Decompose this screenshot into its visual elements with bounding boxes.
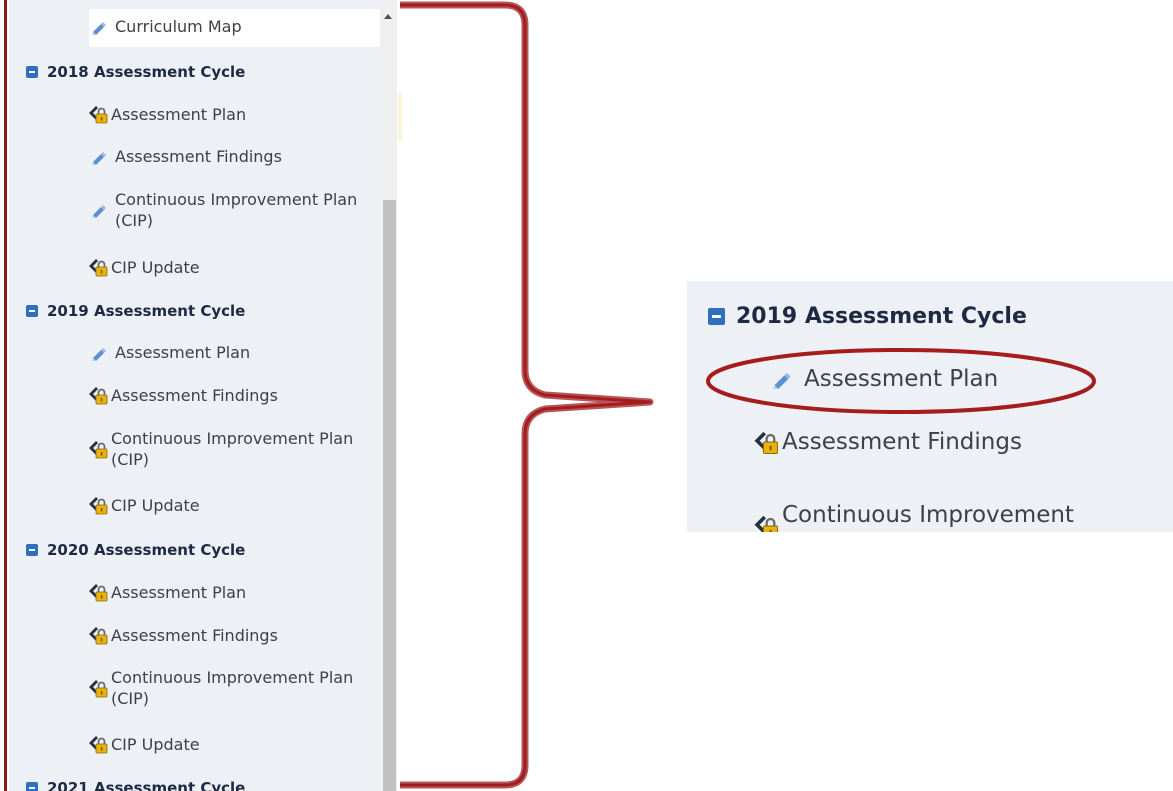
zoom-item-label: Assessment Plan [804,366,999,392]
item-label: CIP Update [111,495,200,515]
sidebar-item-cip[interactable]: Continuous Improvement Plan (CIP) [87,428,361,470]
locked-edit-icon [87,439,109,459]
sidebar-item-assessment-findings[interactable]: Assessment Findings [91,147,282,166]
item-label: Assessment Plan [111,104,247,124]
item-label: Assessment Findings [115,147,282,166]
sidebar-item-assessment-plan[interactable]: Assessment Plan [91,343,250,362]
section-title: 2018 Assessment Cycle [47,63,246,81]
sidebar-item-curriculum-map[interactable]: Curriculum Map [91,17,242,36]
section-2019-assessment-cycle[interactable]: 2019 Assessment Cycle [26,302,245,320]
zoom-item-assessment-findings: Assessment Findings [752,429,1022,455]
content-edge-highlight [398,93,402,141]
item-label: CIP Update [111,257,200,277]
sidebar-item-cip-update[interactable]: CIP Update [87,257,200,277]
zoom-section-2019-assessment-cycle: 2019 Assessment Cycle [708,304,1027,329]
sidebar-item-cip-update[interactable]: CIP Update [87,734,200,754]
pencil-icon [91,19,107,35]
sidebar-item-cip[interactable]: Continuous Improvement Plan (CIP) [87,667,361,709]
section-title: 2019 Assessment Cycle [47,302,246,320]
sidebar-item-assessment-plan[interactable]: Assessment Plan [87,582,246,602]
item-label: Continuous Improvement Plan (CIP) [111,429,354,469]
item-label: Assessment Findings [111,625,278,645]
zoom-item-label: Continuous Improvement [782,502,1074,528]
section-2021-assessment-cycle[interactable]: 2021 Assessment Cycle [26,779,245,791]
pencil-icon [772,369,792,389]
scrollbar-thumb[interactable] [383,200,396,791]
locked-edit-icon [752,429,780,455]
item-label: CIP Update [111,734,200,754]
locked-edit-icon [752,513,780,532]
locked-edit-icon [87,582,109,602]
collapse-icon[interactable] [26,544,38,556]
locked-edit-icon [87,495,109,515]
zoom-callout: 2019 Assessment Cycle Assessment Plan As… [687,281,1173,532]
pencil-icon [91,149,107,165]
left-border [4,0,7,791]
collapse-icon [708,308,725,325]
pencil-icon [91,202,107,218]
zoom-section-title: 2019 Assessment Cycle [736,304,1027,329]
section-title: 2021 Assessment Cycle [47,779,246,791]
locked-edit-icon [87,257,109,277]
sidebar-item-assessment-plan[interactable]: Assessment Plan [87,104,246,124]
item-label: Continuous Improvement Plan (CIP) [111,668,354,708]
zoom-item-label: Assessment Findings [782,429,1022,455]
zoom-item-cip: Continuous Improvement [752,491,1074,532]
scroll-up-arrow-icon[interactable] [384,14,392,19]
curly-brace [400,1,654,789]
section-2018-assessment-cycle[interactable]: 2018 Assessment Cycle [26,63,245,81]
collapse-icon[interactable] [26,66,38,78]
collapse-icon[interactable] [26,305,38,317]
locked-edit-icon [87,625,109,645]
sidebar-item-cip[interactable]: Continuous Improvement Plan (CIP) [91,189,365,231]
item-label: Assessment Findings [111,385,278,405]
item-label: Continuous Improvement Plan (CIP) [115,190,358,230]
item-label: Assessment Plan [111,582,247,602]
sidebar-nav: Curriculum Map 2018 Assessment Cycle Ass… [9,0,380,791]
item-label: Assessment Plan [115,343,251,362]
locked-edit-icon [87,734,109,754]
sidebar-item-assessment-findings[interactable]: Assessment Findings [87,625,278,645]
section-title: 2020 Assessment Cycle [47,541,246,559]
section-2020-assessment-cycle[interactable]: 2020 Assessment Cycle [26,541,245,559]
pencil-icon [91,345,107,361]
collapse-icon[interactable] [26,782,38,791]
locked-edit-icon [87,104,109,124]
locked-edit-icon [87,678,109,698]
sidebar-item-cip-update[interactable]: CIP Update [87,495,200,515]
zoom-item-assessment-plan: Assessment Plan [772,366,998,392]
item-label: Curriculum Map [115,17,242,36]
sidebar-item-assessment-findings[interactable]: Assessment Findings [87,385,278,405]
locked-edit-icon [87,385,109,405]
